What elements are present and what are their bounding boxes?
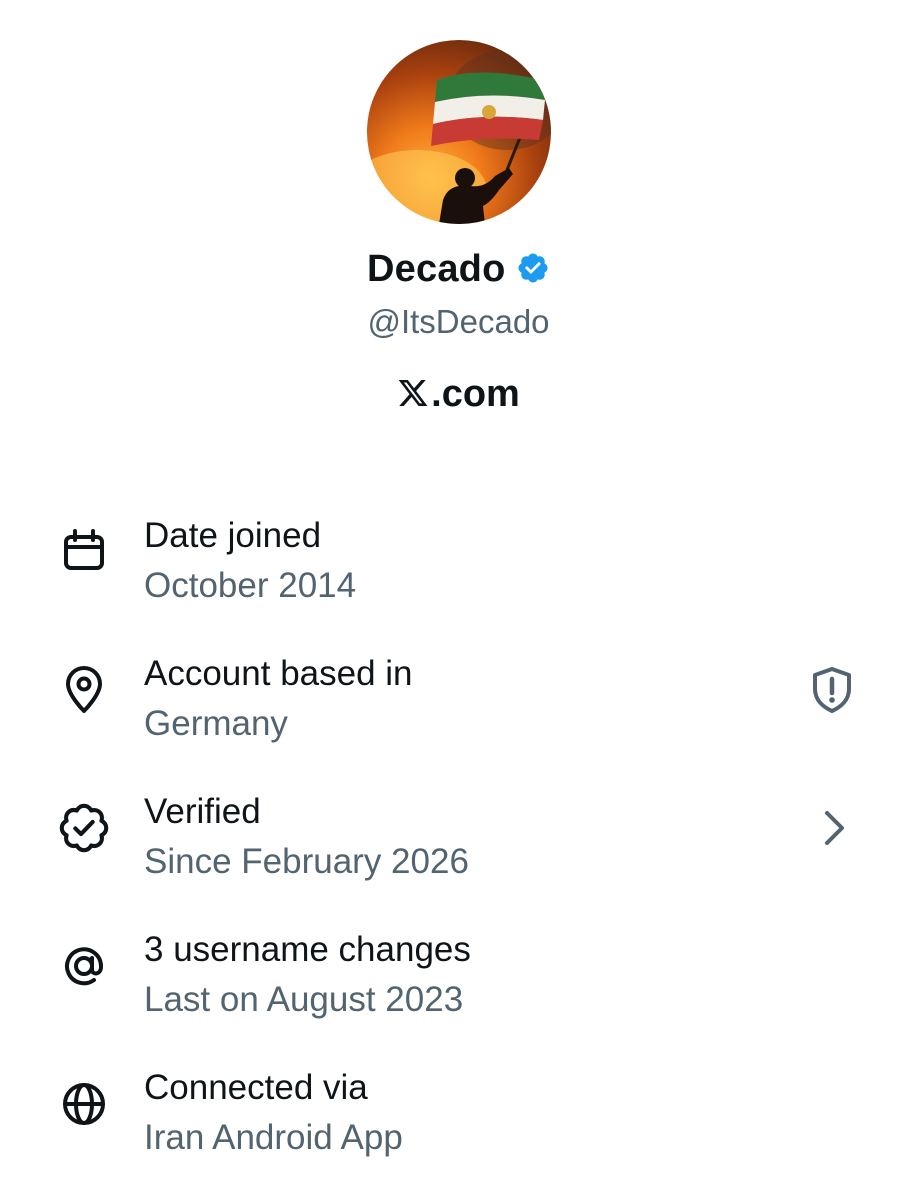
row-title: Date joined: [144, 516, 322, 555]
site-domain: .com: [431, 373, 520, 415]
row-title: Account based in: [144, 654, 413, 693]
row-subtitle: Last on August 2023: [144, 980, 464, 1019]
row-subtitle: Germany: [144, 704, 288, 743]
display-name: Decado: [367, 248, 506, 290]
avatar-image: [367, 50, 551, 224]
row-title: Connected via: [144, 1068, 368, 1107]
info-row-username-changes: 3 username changes Last on August 2023: [0, 918, 917, 1038]
profile-header: Decado @ItsDecado .com: [0, 0, 917, 440]
avatar[interactable]: [367, 40, 551, 224]
shield-alert-icon[interactable]: [806, 664, 858, 716]
info-row-verified[interactable]: Verified Since February 2026: [0, 780, 917, 900]
name-row: Decado: [0, 248, 917, 291]
info-row-account-based-in: Account based in Germany: [0, 642, 917, 762]
site-label: .com: [0, 373, 917, 416]
verified-badge-icon[interactable]: [516, 251, 550, 285]
row-title: Verified: [144, 792, 261, 831]
info-row-connected-via: Connected via Iran Android App: [0, 1056, 917, 1176]
globe-icon: [58, 1078, 110, 1130]
row-title: 3 username changes: [144, 930, 471, 969]
row-subtitle: October 2014: [144, 566, 357, 605]
at-sign-icon: [58, 940, 110, 992]
row-subtitle: Since February 2026: [144, 842, 469, 881]
x-logo-icon: [397, 376, 429, 408]
calendar-icon: [58, 526, 110, 578]
location-pin-icon: [58, 664, 110, 716]
handle: @ItsDecado: [367, 303, 550, 340]
info-row-date-joined: Date joined October 2014: [0, 504, 917, 624]
row-subtitle: Iran Android App: [144, 1118, 403, 1157]
chevron-right-icon[interactable]: [808, 802, 860, 854]
verified-badge-icon: [58, 802, 110, 854]
